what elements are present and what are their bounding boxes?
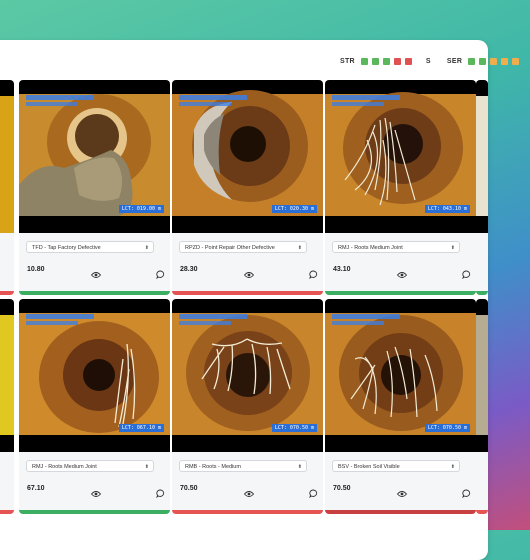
status-bar <box>325 291 476 295</box>
str-indicator-3 <box>382 57 390 65</box>
partial-card-right-top[interactable] <box>476 80 488 295</box>
defect-code-value: BSV - Broken Soil Visible <box>338 464 400 470</box>
score-value: 70.50 <box>180 485 198 492</box>
score-value: 70.50 <box>333 485 351 492</box>
ser-indicator-3 <box>490 57 498 65</box>
str-indicator-4 <box>393 57 401 65</box>
defect-code-value: RMJ - Roots Medium Joint <box>338 245 403 251</box>
defect-card[interactable]: LCT: 067.10 m RMJ - Roots Medium Joint ⬍… <box>19 299 170 514</box>
partial-card-left-bottom[interactable] <box>0 299 14 514</box>
defect-code-select[interactable]: RMJ - Roots Medium Joint ⬍ <box>26 460 154 472</box>
status-bar <box>172 291 323 295</box>
defect-code-value: TFD - Tap Factory Defective <box>32 245 101 251</box>
eye-icon[interactable] <box>243 266 255 284</box>
chat-bubble-icon[interactable] <box>462 485 471 503</box>
chat-bubble-icon[interactable] <box>156 266 165 284</box>
defect-card[interactable]: LCT: 070.50 m RMB - Roots - Medium ⬍ 70.… <box>172 299 323 514</box>
ser-indicator-5 <box>512 57 520 65</box>
defect-code-select[interactable]: BSV - Broken Soil Visible ⬍ <box>332 460 460 472</box>
eye-icon[interactable] <box>90 266 102 284</box>
defect-code-select[interactable]: RMJ - Roots Medium Joint ⬍ <box>332 241 460 253</box>
defect-code-value: RMJ - Roots Medium Joint <box>32 464 97 470</box>
str-label: STR <box>340 57 355 65</box>
score-value: 67.10 <box>27 485 45 492</box>
chevron-updown-icon: ⬍ <box>144 464 149 470</box>
chevron-updown-icon: ⬍ <box>297 464 302 470</box>
status-bar <box>19 291 170 295</box>
cctv-frame[interactable]: LCT: 070.50 m <box>172 299 323 452</box>
str-indicator-1 <box>360 57 368 65</box>
cctv-frame[interactable]: LCT: 067.10 m <box>19 299 170 452</box>
chat-bubble-icon[interactable] <box>309 485 318 503</box>
cctv-frame[interactable]: LCT: 070.50 m <box>325 299 476 452</box>
defect-code-select[interactable]: RMB - Roots - Medium ⬍ <box>179 460 307 472</box>
ser-indicator-2 <box>479 57 487 65</box>
eye-icon[interactable] <box>90 485 102 503</box>
distance-readout: LCT: 020.30 m <box>271 205 317 213</box>
distance-readout: LCT: 043.10 m <box>424 205 470 213</box>
distance-readout: LCT: 067.10 m <box>118 424 164 432</box>
chat-bubble-icon[interactable] <box>156 485 165 503</box>
score-value: 10.80 <box>27 266 45 273</box>
defect-card[interactable]: LCT: 020.30 m RPZD - Point Repair Other … <box>172 80 323 295</box>
cctv-frame[interactable]: LCT: 020.30 m <box>172 80 323 233</box>
distance-readout: LCT: 070.50 m <box>424 424 470 432</box>
status-bar <box>19 510 170 514</box>
defect-card[interactable]: LCT: 019.00 m TFD - Tap Factory Defectiv… <box>19 80 170 295</box>
chat-bubble-icon[interactable] <box>462 266 471 284</box>
distance-readout: LCT: 019.00 m <box>118 205 164 213</box>
defect-code-value: RMB - Roots - Medium <box>185 464 241 470</box>
cctv-frame[interactable]: LCT: 019.00 m <box>19 80 170 233</box>
eye-icon[interactable] <box>396 266 408 284</box>
chevron-updown-icon: ⬍ <box>297 245 302 251</box>
ser-indicator-1 <box>468 57 476 65</box>
str-indicator-2 <box>371 57 379 65</box>
chevron-updown-icon: ⬍ <box>144 245 149 251</box>
score-value: 28.30 <box>180 266 198 273</box>
partial-card-left-top[interactable] <box>0 80 14 295</box>
score-value: 43.10 <box>333 266 351 273</box>
cctv-frame[interactable]: LCT: 043.10 m <box>325 80 476 233</box>
partial-card-right-bottom[interactable] <box>476 299 488 514</box>
status-bar <box>325 510 476 514</box>
distance-readout: LCT: 070.50 m <box>271 424 317 432</box>
eye-icon[interactable] <box>396 485 408 503</box>
chevron-updown-icon: ⬍ <box>450 464 455 470</box>
chat-bubble-icon[interactable] <box>309 266 318 284</box>
s-label: S <box>425 57 431 65</box>
eye-icon[interactable] <box>243 485 255 503</box>
defect-code-value: RPZD - Point Repair Other Defective <box>185 245 275 251</box>
str-indicator-5 <box>404 57 412 65</box>
defect-card[interactable]: LCT: 070.50 m BSV - Broken Soil Visible … <box>325 299 476 514</box>
condition-legend: STR S SER <box>340 56 520 66</box>
ser-label: SER <box>446 57 463 65</box>
chevron-updown-icon: ⬍ <box>450 245 455 251</box>
ser-indicator-4 <box>501 57 509 65</box>
status-bar <box>172 510 323 514</box>
defect-code-select[interactable]: TFD - Tap Factory Defective ⬍ <box>26 241 154 253</box>
defect-code-select[interactable]: RPZD - Point Repair Other Defective ⬍ <box>179 241 307 253</box>
defect-card[interactable]: LCT: 043.10 m RMJ - Roots Medium Joint ⬍… <box>325 80 476 295</box>
